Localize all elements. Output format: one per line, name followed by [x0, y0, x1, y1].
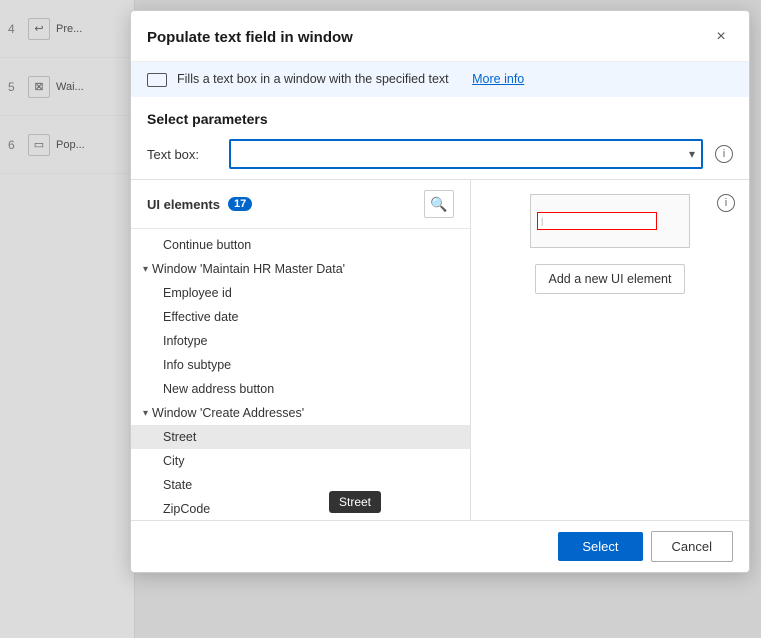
- search-button[interactable]: 🔍: [424, 190, 454, 218]
- preview-box: |: [530, 194, 690, 248]
- chevron-icon-2: ▾: [143, 408, 148, 419]
- window-icon: [147, 73, 167, 87]
- modal-title: Populate text field in window: [147, 29, 353, 46]
- modal-header: Populate text field in window ×: [131, 11, 749, 62]
- textbox-label: Text box:: [147, 147, 217, 162]
- param-row: Text box: ▾ i: [147, 139, 733, 169]
- tree-item-employee-id[interactable]: Employee id: [131, 281, 470, 305]
- cancel-button[interactable]: Cancel: [651, 531, 733, 562]
- close-button[interactable]: ×: [709, 25, 733, 49]
- tree-item-continue-button[interactable]: Continue button: [131, 233, 470, 257]
- left-panel: UI elements 17 🔍 Continue button ▾ Windo…: [131, 180, 471, 520]
- info-text: Fills a text box in a window with the sp…: [177, 72, 449, 86]
- tree-item-info-subtype[interactable]: Info subtype: [131, 353, 470, 377]
- modal-dialog: Populate text field in window × Fills a …: [130, 10, 750, 573]
- tree-item-new-address-button[interactable]: New address button: [131, 377, 470, 401]
- tree-item-state[interactable]: State: [131, 473, 470, 497]
- chevron-icon: ▾: [143, 264, 148, 275]
- ui-elements-header: UI elements 17 🔍: [131, 180, 470, 229]
- tree-group-create-addresses[interactable]: ▾ Window 'Create Addresses': [131, 401, 470, 425]
- preview-cursor: |: [541, 216, 543, 226]
- tree-item-effective-date[interactable]: Effective date: [131, 305, 470, 329]
- modal-footer: Select Cancel: [131, 520, 749, 572]
- right-panel: i | Add a new UI element: [471, 180, 749, 520]
- param-info-icon[interactable]: i: [715, 145, 733, 163]
- right-info-icon[interactable]: i: [717, 194, 735, 212]
- ui-count-badge: 17: [228, 197, 252, 211]
- tree-item-infotype[interactable]: Infotype: [131, 329, 470, 353]
- tree-item-zipcode[interactable]: ZipCode: [131, 497, 470, 520]
- tree-group-maintain-hr[interactable]: ▾ Window 'Maintain HR Master Data': [131, 257, 470, 281]
- textbox-select[interactable]: [229, 139, 703, 169]
- params-title: Select parameters: [147, 111, 733, 127]
- tree-item-city[interactable]: City: [131, 449, 470, 473]
- info-banner: Fills a text box in a window with the sp…: [131, 62, 749, 97]
- textbox-select-wrap: ▾: [229, 139, 703, 169]
- select-button[interactable]: Select: [558, 532, 642, 561]
- add-ui-element-button[interactable]: Add a new UI element: [535, 264, 685, 294]
- ui-elements-tree: Continue button ▾ Window 'Maintain HR Ma…: [131, 229, 470, 520]
- tree-group-create-addresses-label: Window 'Create Addresses': [152, 406, 304, 420]
- preview-input: |: [537, 212, 657, 230]
- main-content: UI elements 17 🔍 Continue button ▾ Windo…: [131, 180, 749, 520]
- tree-group-maintain-hr-label: Window 'Maintain HR Master Data': [152, 262, 345, 276]
- ui-elements-label: UI elements: [147, 197, 220, 212]
- more-info-link[interactable]: More info: [472, 72, 524, 86]
- tree-item-street[interactable]: Street: [131, 425, 470, 449]
- params-section: Select parameters Text box: ▾ i: [131, 97, 749, 180]
- search-icon: 🔍: [430, 196, 447, 213]
